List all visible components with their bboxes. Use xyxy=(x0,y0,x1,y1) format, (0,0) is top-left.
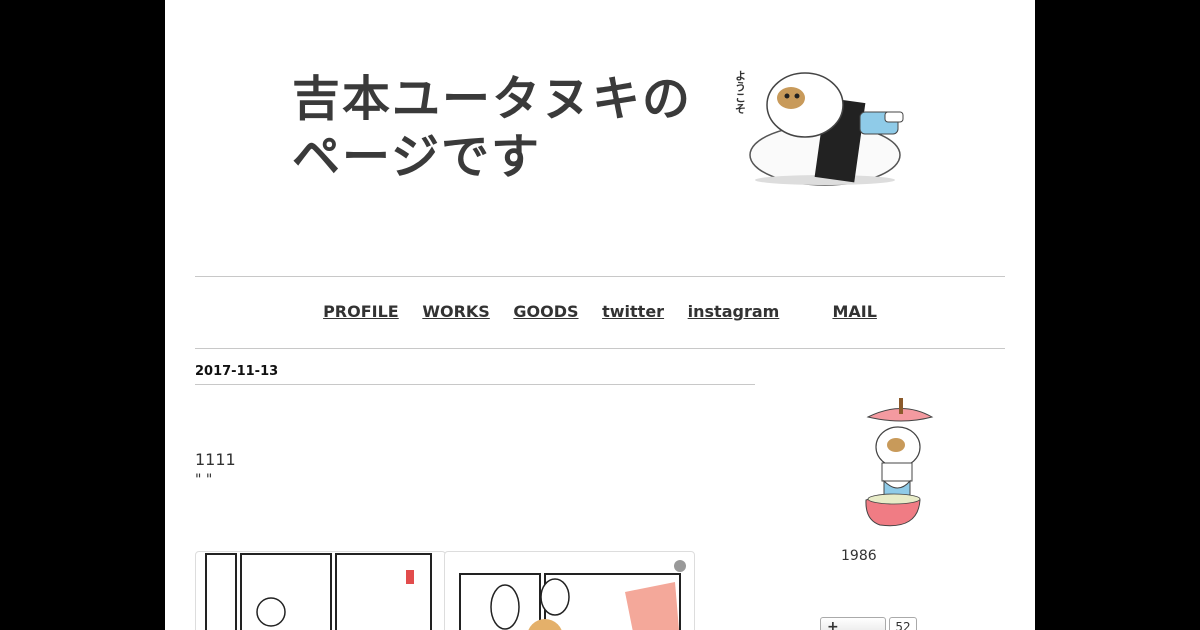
header-divider xyxy=(195,276,1005,277)
page: 吉本ユータヌキの ページです ようこそ PROFILE WORKS GOODS … xyxy=(165,0,1035,630)
site-title[interactable]: 吉本ユータヌキの ページです xyxy=(292,70,732,186)
site-title-line2: ページです xyxy=(292,129,542,185)
nav-twitter[interactable]: twitter xyxy=(602,302,664,321)
site-title-line1: 吉本ユータヌキの xyxy=(292,71,693,127)
post-date-underline xyxy=(195,384,755,385)
bookmark-button[interactable]: + xyxy=(820,617,886,630)
manga-thumbnail[interactable] xyxy=(195,551,446,630)
apple-tanuki-illustration xyxy=(865,398,934,527)
post-quote: " " xyxy=(195,472,213,488)
nav-mail[interactable]: MAIL xyxy=(832,302,876,321)
nav-profile[interactable]: PROFILE xyxy=(323,302,399,321)
manga-panel-1 xyxy=(205,553,432,630)
bookmark-count[interactable]: 52 xyxy=(889,617,917,630)
info-icon[interactable] xyxy=(674,560,686,572)
manga-panel-2 xyxy=(459,560,686,630)
nav-goods[interactable]: GOODS xyxy=(513,302,578,321)
tanuki-onigiri-illustration: ようこそ xyxy=(735,70,904,186)
welcome-label: ようこそ xyxy=(735,70,747,115)
nav-works[interactable]: WORKS xyxy=(422,302,490,321)
nav-instagram[interactable]: instagram xyxy=(688,302,780,321)
sidebar-text: 1986 xyxy=(841,548,877,564)
plus-icon: + xyxy=(827,619,839,630)
post-date[interactable]: 2017-11-13 xyxy=(195,364,278,379)
main-nav: PROFILE WORKS GOODS twitter instagram MA… xyxy=(165,302,1035,321)
nav-divider xyxy=(195,348,1005,349)
manga-thumbnail[interactable] xyxy=(444,551,695,630)
post-body-text: 1111 xyxy=(195,450,236,469)
